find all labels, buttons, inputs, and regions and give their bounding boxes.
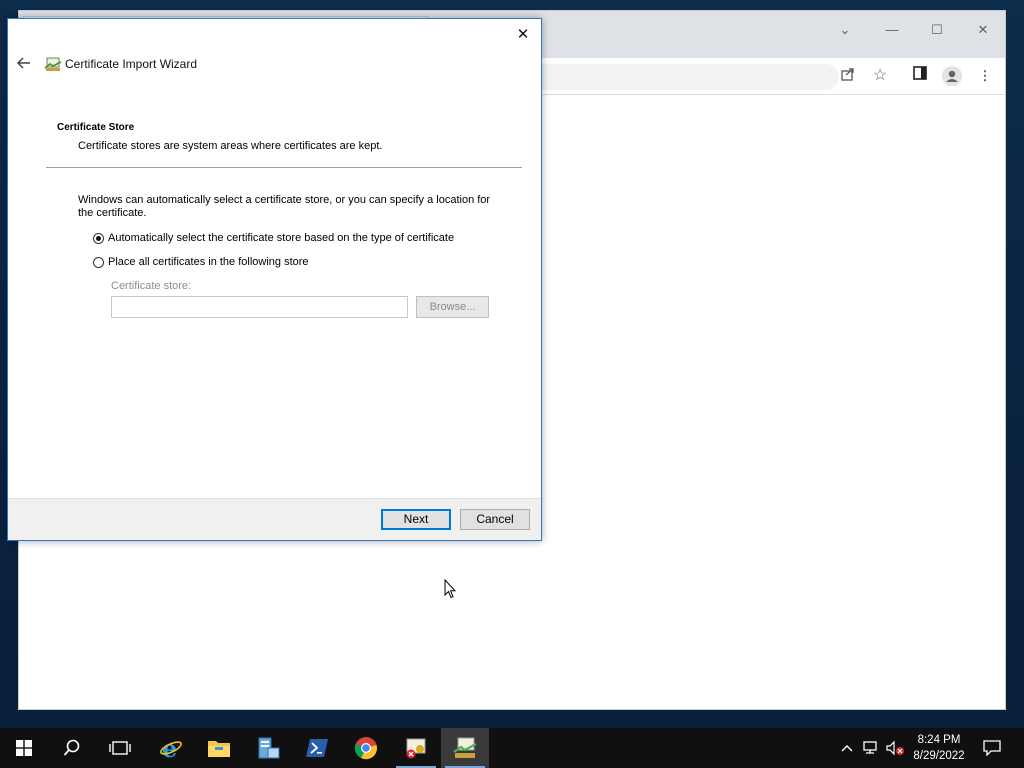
certificate-manager-icon[interactable] bbox=[392, 728, 440, 768]
more-menu-icon[interactable]: ⋮ bbox=[975, 66, 995, 86]
minimize-icon[interactable]: — bbox=[880, 18, 904, 42]
radio-place-in-store[interactable]: Place all certificates in the following … bbox=[93, 256, 309, 268]
notifications-icon[interactable] bbox=[980, 728, 1004, 768]
certificate-store-input bbox=[111, 296, 408, 318]
file-explorer-icon[interactable] bbox=[195, 728, 243, 768]
wizard-title: Certificate Import Wizard bbox=[65, 57, 198, 71]
close-window-icon[interactable]: ✕ bbox=[971, 18, 995, 42]
show-hidden-icons-icon[interactable] bbox=[838, 728, 856, 768]
share-icon[interactable] bbox=[838, 66, 858, 86]
cancel-button[interactable]: Cancel bbox=[460, 509, 530, 530]
intro-text: Windows can automatically select a certi… bbox=[78, 194, 491, 219]
next-button[interactable]: Next bbox=[381, 509, 451, 530]
radio-auto-label[interactable]: Automatically select the certificate sto… bbox=[108, 232, 454, 244]
certificate-store-label: Certificate store: bbox=[111, 280, 192, 292]
side-panel-icon[interactable] bbox=[910, 66, 930, 86]
dialog-footer: Next Cancel bbox=[8, 498, 541, 540]
clock-time: 8:24 PM bbox=[917, 734, 961, 746]
radio-auto-icon[interactable] bbox=[93, 232, 104, 244]
browse-button: Browse... bbox=[416, 296, 489, 318]
clock-date: 8/29/2022 bbox=[913, 750, 965, 762]
task-view-icon[interactable] bbox=[96, 728, 144, 768]
taskbar: e 8:24 PM 8/29/2022 bbox=[0, 728, 1024, 768]
mouse-cursor-icon bbox=[444, 578, 457, 599]
search-icon[interactable] bbox=[48, 728, 96, 768]
profile-avatar-icon[interactable] bbox=[942, 66, 962, 86]
server-manager-icon[interactable] bbox=[244, 728, 292, 768]
radio-auto-select[interactable]: Automatically select the certificate sto… bbox=[93, 232, 454, 244]
internet-explorer-icon[interactable]: e bbox=[147, 728, 195, 768]
radio-manual-label[interactable]: Place all certificates in the following … bbox=[108, 256, 309, 268]
start-icon[interactable] bbox=[0, 728, 48, 768]
back-arrow-icon[interactable] bbox=[14, 55, 34, 75]
header-divider bbox=[46, 167, 522, 168]
volume-muted-icon[interactable] bbox=[884, 728, 906, 768]
network-icon[interactable] bbox=[860, 728, 882, 768]
radio-manual-icon[interactable] bbox=[93, 256, 104, 268]
tab-search-icon[interactable]: ⌄ bbox=[833, 18, 857, 42]
chrome-icon[interactable] bbox=[342, 728, 390, 768]
certificate-wizard-icon bbox=[44, 56, 62, 72]
system-clock[interactable]: 8:24 PM 8/29/2022 bbox=[904, 732, 974, 764]
maximize-icon[interactable]: ☐ bbox=[925, 18, 949, 42]
certificate-import-wizard-dialog: ✕ Certificate Import Wizard Certificate … bbox=[7, 18, 542, 541]
bookmark-star-icon[interactable]: ☆ bbox=[870, 66, 890, 86]
section-heading: Certificate Store bbox=[57, 122, 135, 133]
section-description: Certificate stores are system areas wher… bbox=[78, 140, 383, 152]
certificate-import-icon[interactable] bbox=[441, 728, 489, 768]
close-icon[interactable]: ✕ bbox=[513, 25, 533, 45]
powershell-icon[interactable] bbox=[293, 728, 341, 768]
